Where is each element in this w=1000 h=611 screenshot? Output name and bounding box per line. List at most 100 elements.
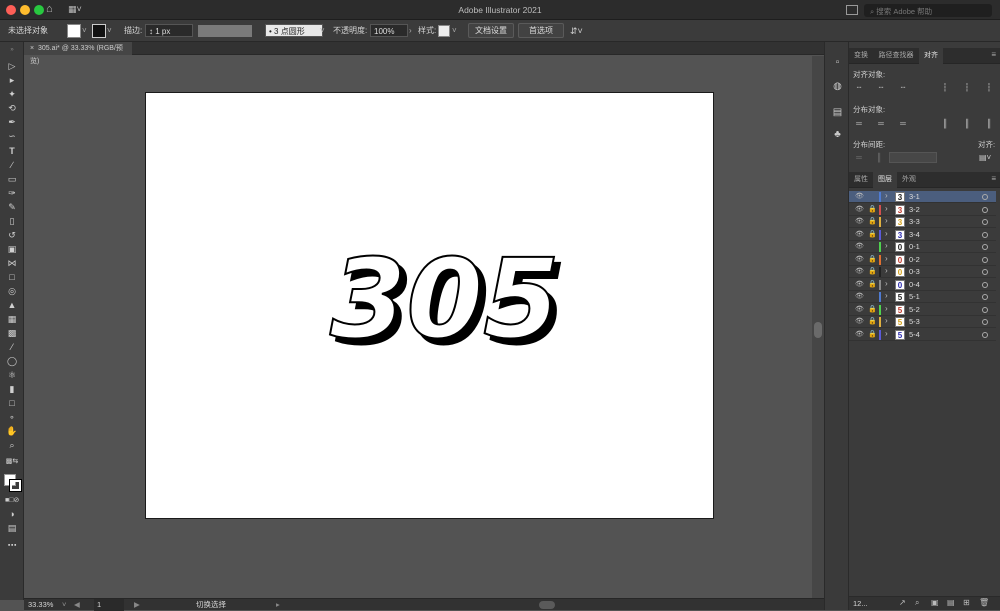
layer-target-icon[interactable]	[982, 331, 988, 338]
horizontal-scroll-thumb[interactable]	[539, 601, 555, 609]
shape-builder-tool-icon[interactable]: ◎	[5, 285, 19, 297]
visibility-eye-icon[interactable]: 👁	[855, 217, 864, 225]
layer-target-icon[interactable]	[982, 269, 988, 275]
distribute-horizontal-center-icon[interactable]: ║	[961, 119, 973, 129]
lock-icon[interactable]: 🔒	[868, 255, 877, 263]
direct-selection-tool-icon[interactable]: ▸	[5, 74, 19, 86]
line-tool-icon[interactable]: ∕	[5, 159, 19, 171]
layer-target-icon[interactable]	[982, 194, 988, 200]
align-right-icon[interactable]: ┄	[897, 83, 909, 93]
fill-swatch[interactable]	[67, 24, 81, 38]
artwork-305[interactable]: 305 305	[146, 93, 715, 520]
graphic-style-swatch[interactable]	[438, 25, 450, 37]
layer-row[interactable]: 👁 › 5 5-1	[849, 291, 996, 303]
tab-pathfinder[interactable]: 路径查找器	[873, 48, 919, 64]
delete-layer-icon[interactable]: 🗑	[979, 598, 989, 607]
fill-dropdown-icon[interactable]: ˅	[82, 24, 87, 38]
layer-target-icon[interactable]	[982, 281, 988, 288]
layer-target-icon[interactable]	[982, 219, 988, 225]
distribute-vertical-space-icon[interactable]: ═	[853, 153, 865, 163]
perspective-grid-tool-icon[interactable]: ▲	[5, 299, 19, 311]
libraries-icon[interactable]: ▤	[831, 106, 844, 119]
layer-name[interactable]: 5-4	[909, 330, 920, 339]
rotate-tool-icon[interactable]: ↺	[5, 229, 19, 241]
stroke-weight-field[interactable]: ↕ 1 px	[145, 24, 193, 37]
arrange-documents-icon[interactable]: ⇵˅	[570, 24, 583, 38]
tab-layers[interactable]: 图层	[873, 172, 897, 188]
shaper-tool-icon[interactable]: ✎	[5, 201, 19, 213]
spacing-value-field[interactable]	[889, 152, 937, 163]
layer-row[interactable]: 👁 🔒 › 5 5-3	[849, 316, 996, 328]
slice-tool-icon[interactable]: ∘	[5, 411, 19, 423]
brush-dropdown-icon[interactable]: ˅	[320, 24, 325, 38]
visibility-eye-icon[interactable]: 👁	[855, 267, 864, 275]
artboard-tool-icon[interactable]: □	[5, 397, 19, 409]
document-setup-button[interactable]: 文档设置	[468, 23, 514, 38]
lock-icon[interactable]: 🔒	[868, 305, 877, 313]
layer-target-icon[interactable]	[982, 206, 988, 213]
layer-row[interactable]: 👁 🔒 › 5 5-2	[849, 303, 996, 316]
layer-name[interactable]: 5-3	[909, 317, 920, 326]
visibility-eye-icon[interactable]: 👁	[855, 230, 864, 238]
curvature-tool-icon[interactable]: ∽	[5, 130, 19, 142]
lock-icon[interactable]: 🔒	[868, 267, 877, 275]
pen-tool-icon[interactable]: ✒	[5, 116, 19, 128]
locate-object-icon[interactable]: ⌕	[915, 598, 919, 608]
visibility-eye-icon[interactable]: 👁	[855, 280, 864, 288]
visibility-eye-icon[interactable]: 👁	[855, 255, 864, 263]
expand-chevron-icon[interactable]: ›	[885, 279, 888, 288]
expand-chevron-icon[interactable]: ›	[885, 204, 888, 213]
layer-name[interactable]: 0-3	[909, 267, 920, 276]
layer-row[interactable]: 👁 › 3 3-1	[849, 191, 996, 203]
layer-row[interactable]: 👁 🔒 › 3 3-4	[849, 228, 996, 241]
next-artboard-icon[interactable]: ▶	[134, 599, 140, 611]
expand-chevron-icon[interactable]: ›	[885, 291, 888, 300]
layer-row[interactable]: 👁 🔒 › 3 3-3	[849, 216, 996, 228]
stroke-color-icon[interactable]	[9, 479, 22, 492]
color-guide-icon[interactable]: ◍	[831, 80, 844, 93]
default-fill-stroke-icon[interactable]: ▩⇆	[5, 456, 19, 468]
stroke-swatch[interactable]	[92, 24, 106, 38]
align-to-selection-icon[interactable]: ▤˅	[979, 153, 991, 163]
export-icon[interactable]: ↗	[899, 598, 906, 607]
tab-transform[interactable]: 变换	[849, 48, 873, 64]
layer-name[interactable]: 0-1	[909, 242, 920, 251]
tab-appearance[interactable]: 外观	[897, 172, 921, 188]
new-sublayer-icon[interactable]: ▤	[947, 598, 955, 607]
align-bottom-icon[interactable]: ┆	[983, 83, 995, 93]
layer-row[interactable]: 👁 › 0 0-1	[849, 241, 996, 253]
color-panel-icon[interactable]: ▫	[831, 56, 844, 69]
selection-tool-icon[interactable]: ▷	[5, 60, 19, 72]
screen-mode-icon[interactable]: ▤	[5, 522, 19, 534]
expand-chevron-icon[interactable]: ›	[885, 316, 888, 325]
zoom-tool-icon[interactable]: ⌕	[5, 439, 19, 451]
distribute-top-icon[interactable]: ═	[853, 119, 865, 129]
mesh-tool-icon[interactable]: ▦	[5, 313, 19, 325]
column-graph-tool-icon[interactable]: ▮	[5, 383, 19, 395]
edit-toolbar-icon[interactable]: ⋯	[5, 539, 19, 551]
blend-tool-icon[interactable]: ◯	[5, 355, 19, 367]
new-layer-icon[interactable]: ⊞	[963, 598, 970, 607]
opacity-arrow-icon[interactable]: ›	[409, 24, 412, 38]
layer-target-icon[interactable]	[982, 231, 988, 238]
lock-icon[interactable]: 🔒	[868, 230, 877, 238]
layer-row[interactable]: 👁 🔒 › 3 3-2	[849, 203, 996, 216]
expand-chevron-icon[interactable]: ›	[885, 241, 888, 250]
align-left-icon[interactable]: ┄	[853, 83, 865, 93]
gradient-tool-icon[interactable]: ▩	[5, 327, 19, 339]
symbol-sprayer-tool-icon[interactable]: ⚛	[5, 369, 19, 381]
layer-name[interactable]: 3-1	[909, 192, 920, 201]
style-dropdown-icon[interactable]: ˅	[452, 24, 457, 38]
layer-target-icon[interactable]	[982, 244, 988, 250]
rectangle-tool-icon[interactable]: ▭	[5, 173, 19, 185]
distribute-left-icon[interactable]: ║	[939, 119, 951, 129]
visibility-eye-icon[interactable]: 👁	[855, 317, 864, 325]
expand-chevron-icon[interactable]: ›	[885, 229, 888, 238]
scale-tool-icon[interactable]: ▣	[5, 243, 19, 255]
layer-name[interactable]: 3-3	[909, 217, 920, 226]
eraser-tool-icon[interactable]: ▯	[5, 215, 19, 227]
lock-icon[interactable]: 🔒	[868, 205, 877, 213]
visibility-eye-icon[interactable]: 👁	[855, 305, 864, 313]
layer-name[interactable]: 3-2	[909, 205, 920, 214]
tab-align[interactable]: 对齐	[919, 48, 943, 64]
